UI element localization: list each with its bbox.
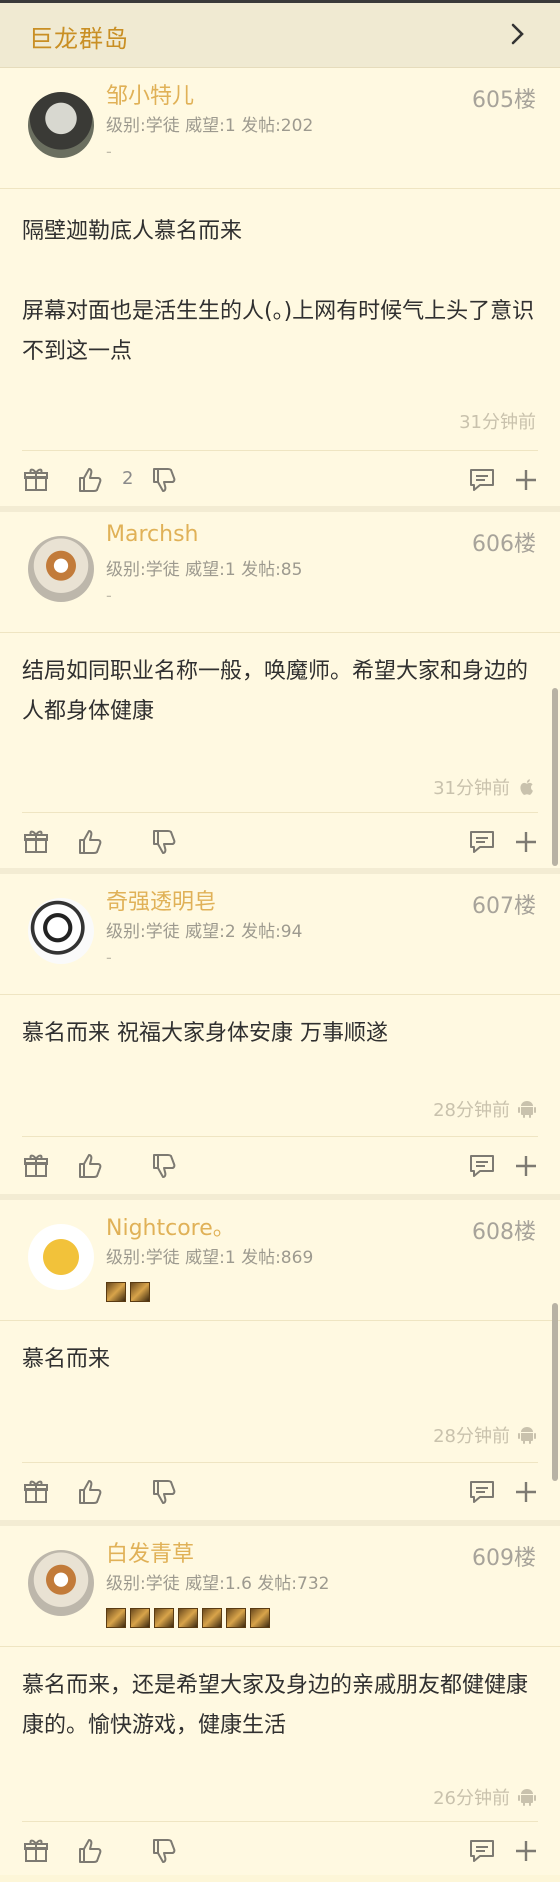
badge[interactable] xyxy=(226,1608,246,1628)
post-header: 邹小特儿 605楼 级别:学徒 威望:1 发帖:202 - xyxy=(0,68,560,189)
badge[interactable] xyxy=(106,1282,126,1302)
post-content: 慕名而来 xyxy=(22,1347,111,1372)
post-header: Nightcore。 608楼 级别:学徒 威望:1 发帖:869 xyxy=(0,1200,560,1321)
thumbs-down-icon[interactable] xyxy=(150,466,178,494)
user-signature: - xyxy=(106,142,112,161)
user-signature: - xyxy=(106,948,112,967)
username[interactable]: 邹小特儿 xyxy=(106,78,194,110)
gift-icon[interactable] xyxy=(22,1837,50,1865)
thumbs-up-icon[interactable] xyxy=(76,1152,104,1180)
comment-icon[interactable] xyxy=(468,1837,496,1865)
floor-number: 605楼 xyxy=(472,88,536,113)
thumbs-down-icon[interactable] xyxy=(150,828,178,856)
post-header: 奇强透明皂 607楼 级别:学徒 威望:2 发帖:94 - xyxy=(0,874,560,995)
plus-icon[interactable] xyxy=(512,1837,540,1865)
post-action-bar xyxy=(22,812,538,873)
avatar[interactable] xyxy=(28,536,94,602)
post-action-bar xyxy=(22,1462,538,1523)
username[interactable]: 奇强透明皂 xyxy=(106,884,216,916)
comment-icon[interactable] xyxy=(468,1478,496,1506)
badge[interactable] xyxy=(202,1608,222,1628)
post-time: 28分钟前 xyxy=(433,1422,536,1448)
badge[interactable] xyxy=(154,1608,174,1628)
post-609: 白发青草 609楼 级别:学徒 威望:1.6 发帖:732 慕名而来，还是希望大… xyxy=(0,1526,560,1875)
like-count: 2 xyxy=(122,468,134,489)
android-icon xyxy=(518,1427,536,1444)
scrollbar-thumb[interactable] xyxy=(552,1303,558,1481)
gift-icon[interactable] xyxy=(22,1152,50,1180)
post-action-bar xyxy=(22,1136,538,1197)
floor-number: 609楼 xyxy=(472,1546,536,1571)
post-content: 结局如同职业名称一般，唤魔师。希望大家和身边的人都身体健康 xyxy=(22,659,529,724)
avatar[interactable] xyxy=(28,898,94,964)
time-label: 31分钟前 xyxy=(459,412,536,433)
username[interactable]: 白发青草 xyxy=(106,1536,194,1568)
android-icon xyxy=(518,1789,536,1806)
post-action-bar xyxy=(22,1821,538,1882)
forum-header-bar[interactable]: 巨龙群岛 xyxy=(0,0,560,68)
floor-number: 608楼 xyxy=(472,1220,536,1245)
time-label: 28分钟前 xyxy=(433,1100,510,1121)
comment-icon[interactable] xyxy=(468,1152,496,1180)
username[interactable]: Nightcore。 xyxy=(106,1210,235,1242)
post-content: 隔壁迦勒底人慕名而来 屏幕对面也是活生生的人(。)上网有时候气上头了意识不到这一… xyxy=(22,219,535,364)
avatar[interactable] xyxy=(28,92,94,158)
user-stats: 级别:学徒 威望:1 发帖:869 xyxy=(106,1248,314,1268)
user-stats: 级别:学徒 威望:1 发帖:202 xyxy=(106,116,314,136)
post-time: 26分钟前 xyxy=(433,1784,536,1810)
gift-icon[interactable] xyxy=(22,1478,50,1506)
badge[interactable] xyxy=(130,1282,150,1302)
plus-icon[interactable] xyxy=(512,1478,540,1506)
plus-icon[interactable] xyxy=(512,828,540,856)
time-label: 26分钟前 xyxy=(433,1788,510,1809)
comment-icon[interactable] xyxy=(468,466,496,494)
time-label: 31分钟前 xyxy=(433,778,510,799)
forum-title: 巨龙群岛 xyxy=(29,25,129,53)
plus-icon[interactable] xyxy=(512,466,540,494)
scrollbar-thumb[interactable] xyxy=(552,688,558,866)
apple-icon xyxy=(520,779,533,795)
floor-number: 607楼 xyxy=(472,894,536,919)
post-header: Marchsh 606楼 级别:学徒 威望:1 发帖:85 - xyxy=(0,512,560,633)
post-607: 奇强透明皂 607楼 级别:学徒 威望:2 发帖:94 - 慕名而来 祝福大家身… xyxy=(0,874,560,1194)
avatar[interactable] xyxy=(28,1224,94,1290)
user-stats: 级别:学徒 威望:2 发帖:94 xyxy=(106,922,303,942)
thumbs-down-icon[interactable] xyxy=(150,1478,178,1506)
username[interactable]: Marchsh xyxy=(106,522,198,547)
time-label: 28分钟前 xyxy=(433,1426,510,1447)
plus-icon[interactable] xyxy=(512,1152,540,1180)
post-time: 31分钟前 xyxy=(433,774,536,800)
post-content: 慕名而来，还是希望大家及身边的亲戚朋友都健健康康的。愉快游戏，健康生活 xyxy=(22,1673,529,1738)
thumbs-down-icon[interactable] xyxy=(150,1837,178,1865)
post-605: 邹小特儿 605楼 级别:学徒 威望:1 发帖:202 - 隔壁迦勒底人慕名而来… xyxy=(0,68,560,506)
user-stats: 级别:学徒 威望:1 发帖:85 xyxy=(106,560,303,580)
post-time: 28分钟前 xyxy=(433,1096,536,1122)
thumbs-up-icon[interactable] xyxy=(76,828,104,856)
chevron-right-icon[interactable] xyxy=(504,21,530,47)
avatar[interactable] xyxy=(28,1550,94,1616)
gift-icon[interactable] xyxy=(22,466,50,494)
user-stats: 级别:学徒 威望:1.6 发帖:732 xyxy=(106,1574,330,1594)
thumbs-up-icon[interactable] xyxy=(76,466,104,494)
post-608: Nightcore。 608楼 级别:学徒 威望:1 发帖:869 慕名而来 2… xyxy=(0,1200,560,1520)
floor-number: 606楼 xyxy=(472,532,536,557)
post-606: Marchsh 606楼 级别:学徒 威望:1 发帖:85 - 结局如同职业名称… xyxy=(0,512,560,868)
thumbs-up-icon[interactable] xyxy=(76,1478,104,1506)
post-header: 白发青草 609楼 级别:学徒 威望:1.6 发帖:732 xyxy=(0,1526,560,1647)
thumbs-up-icon[interactable] xyxy=(76,1837,104,1865)
user-badges xyxy=(106,1282,150,1302)
android-icon xyxy=(518,1101,536,1118)
user-signature: - xyxy=(106,586,112,605)
badge[interactable] xyxy=(130,1608,150,1628)
comment-icon[interactable] xyxy=(468,828,496,856)
badge[interactable] xyxy=(178,1608,198,1628)
badge[interactable] xyxy=(250,1608,270,1628)
post-action-bar: 2 xyxy=(22,450,538,511)
post-content: 慕名而来 祝福大家身体安康 万事顺遂 xyxy=(22,1021,388,1046)
user-badges xyxy=(106,1608,270,1628)
gift-icon[interactable] xyxy=(22,828,50,856)
post-time: 31分钟前 xyxy=(459,408,536,434)
thumbs-down-icon[interactable] xyxy=(150,1152,178,1180)
badge[interactable] xyxy=(106,1608,126,1628)
